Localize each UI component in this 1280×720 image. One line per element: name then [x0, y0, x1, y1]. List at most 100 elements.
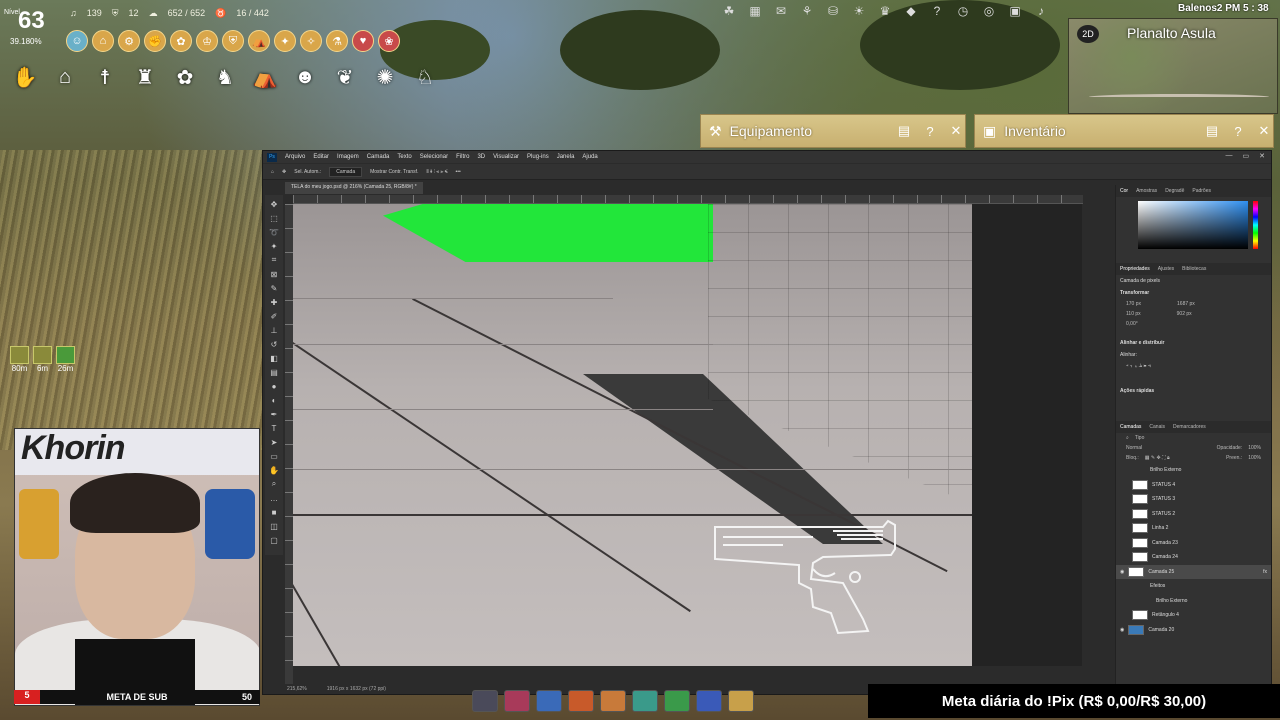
menu-item[interactable]: Editar: [313, 154, 329, 160]
pen-icon[interactable]: ✒: [269, 409, 279, 419]
tab-layers[interactable]: Camadas: [1120, 424, 1141, 430]
layer-row-selected[interactable]: ◉ Camada 25 fx: [1116, 564, 1271, 579]
menu-item[interactable]: Arquivo: [285, 154, 305, 160]
layer-effect-row[interactable]: Brilho Externo: [1116, 463, 1271, 478]
skill-slot[interactable]: [664, 690, 690, 712]
layer-row[interactable]: Camada 23: [1116, 536, 1271, 551]
lock-icons[interactable]: ▦ ✎ ✥ ⛶ 🔒︎: [1145, 455, 1170, 461]
layer-effect-row[interactable]: Efeitos: [1116, 579, 1271, 594]
fist-icon[interactable]: ✊: [144, 30, 166, 52]
layers-filter-dropdown[interactable]: Tipo: [1135, 435, 1145, 441]
shop-icon[interactable]: ⌂: [92, 30, 114, 52]
type-icon[interactable]: T: [269, 423, 279, 433]
color-swatch-icon[interactable]: ■: [269, 507, 279, 517]
skill-slot[interactable]: [600, 690, 626, 712]
x-field[interactable]: 1687 px: [1177, 301, 1195, 307]
layer-effect-row[interactable]: Brilho Externo: [1116, 594, 1271, 609]
zoom-icon[interactable]: ⌕: [269, 479, 279, 489]
drop-icon[interactable]: ✧: [300, 30, 322, 52]
y-field[interactable]: 902 px: [1177, 311, 1192, 317]
skill-slot[interactable]: [536, 690, 562, 712]
store-icon[interactable]: ⛁: [824, 2, 842, 20]
layer-row[interactable]: ◉ Camada 20: [1116, 623, 1271, 638]
opacity-field[interactable]: 100%: [1248, 445, 1261, 451]
eraser-icon[interactable]: ◧: [269, 353, 279, 363]
menu-item[interactable]: Janela: [557, 154, 575, 160]
quick-actions-header[interactable]: Ações rápidas: [1116, 385, 1271, 397]
menu-item[interactable]: Camada: [367, 154, 390, 160]
more-icon[interactable]: •••: [456, 169, 461, 175]
skill-slot[interactable]: [728, 690, 754, 712]
eye-icon[interactable]: ◉: [1120, 627, 1124, 633]
sun-icon[interactable]: ☀: [850, 2, 868, 20]
move-tool-icon[interactable]: ✥: [282, 169, 286, 175]
menu-item[interactable]: Texto: [397, 154, 411, 160]
gear-icon[interactable]: ⚙: [118, 30, 140, 52]
castle-icon[interactable]: ♜: [130, 62, 160, 92]
paw-icon[interactable]: ✿: [170, 30, 192, 52]
pet-icon[interactable]: ✿: [170, 62, 200, 92]
horse-head-icon[interactable]: ♘: [410, 62, 440, 92]
figure-icon[interactable]: ☨: [90, 62, 120, 92]
blur-icon[interactable]: ●: [269, 381, 279, 391]
network-icon[interactable]: ⚘: [798, 2, 816, 20]
mail-icon[interactable]: ✉: [772, 2, 790, 20]
stamp-icon[interactable]: ⊥: [269, 325, 279, 335]
healing-icon[interactable]: ✚: [269, 297, 279, 307]
shape-icon[interactable]: ▭: [269, 451, 279, 461]
document-tab[interactable]: TELA do meu jogo.psd @ 216% (Camada 25, …: [285, 182, 423, 194]
hue-slider[interactable]: [1253, 201, 1258, 249]
butterfly-icon[interactable]: ❦: [330, 62, 360, 92]
frame-icon[interactable]: ⊠: [269, 269, 279, 279]
crown-icon[interactable]: ♔: [196, 30, 218, 52]
bag-icon[interactable]: ▣: [1006, 2, 1024, 20]
move-icon[interactable]: ✥: [269, 199, 279, 209]
skill-slot[interactable]: [472, 690, 498, 712]
screen-mode-icon[interactable]: ▢: [269, 535, 279, 545]
tab-properties[interactable]: Propriedades: [1120, 266, 1150, 272]
help-icon[interactable]: ?: [921, 124, 939, 139]
exp-icon[interactable]: ✦: [274, 30, 296, 52]
zoom-level[interactable]: 215,62%: [287, 686, 307, 692]
menu-item[interactable]: Filtro: [456, 154, 469, 160]
angle-field[interactable]: 0,00°: [1126, 321, 1138, 327]
help-icon[interactable]: ?: [928, 2, 946, 20]
align-header[interactable]: Alinhar e distribuir: [1116, 337, 1271, 349]
leaf-icon[interactable]: ☘: [720, 2, 738, 20]
align-icons[interactable]: ⫴ ⫵ ⫶ ⫷ ⫸ ⫹: [426, 169, 447, 175]
color-picker-field[interactable]: [1138, 201, 1258, 249]
tab-swatches[interactable]: Amostras: [1136, 188, 1157, 194]
brush-icon[interactable]: ✐: [269, 311, 279, 321]
layer-row[interactable]: STATUS 3: [1116, 492, 1271, 507]
tent-icon[interactable]: ⛺: [248, 30, 270, 52]
auto-select-label[interactable]: Sel. Autom.:: [294, 169, 321, 175]
hand-icon[interactable]: ✋: [269, 465, 279, 475]
history-brush-icon[interactable]: ↺: [269, 339, 279, 349]
flower-icon[interactable]: ❀: [378, 30, 400, 52]
help-icon[interactable]: ?: [1229, 124, 1247, 139]
tab-adjustments[interactable]: Ajustes: [1158, 266, 1174, 272]
quick-mask-icon[interactable]: ◫: [269, 521, 279, 531]
gradient-icon[interactable]: ▤: [269, 367, 279, 377]
document-icon[interactable]: ▤: [895, 123, 913, 139]
minimap-mode-toggle[interactable]: 2D: [1077, 25, 1099, 43]
camp-icon[interactable]: ⛺: [250, 62, 280, 92]
layer-row[interactable]: STATUS 2: [1116, 507, 1271, 522]
magic-wand-icon[interactable]: ✦: [269, 241, 279, 251]
layer-row[interactable]: Linha 2: [1116, 521, 1271, 536]
tab-libraries[interactable]: Bibliotecas: [1182, 266, 1206, 272]
horse-icon[interactable]: ♞: [210, 62, 240, 92]
map-icon[interactable]: ✺: [370, 62, 400, 92]
fx-icon[interactable]: fx: [1263, 569, 1271, 575]
menu-item[interactable]: Selecionar: [420, 154, 448, 160]
close-icon[interactable]: ✕: [1255, 123, 1273, 139]
dodge-icon[interactable]: ◐: [269, 395, 279, 405]
menu-item[interactable]: Ajuda: [582, 154, 597, 160]
layer-row[interactable]: Camada 24: [1116, 550, 1271, 565]
width-field[interactable]: 170 px: [1126, 301, 1141, 307]
align-buttons[interactable]: ⫞ ⫟ ⫠ ⫡ ⫢ ⫣: [1116, 361, 1271, 371]
show-transform-checkbox[interactable]: Mostrar Contr. Transf.: [370, 169, 418, 175]
house-icon[interactable]: ⌂: [50, 62, 80, 92]
tab-patterns[interactable]: Padrões: [1192, 188, 1211, 194]
close-icon[interactable]: ✕: [1259, 152, 1265, 160]
